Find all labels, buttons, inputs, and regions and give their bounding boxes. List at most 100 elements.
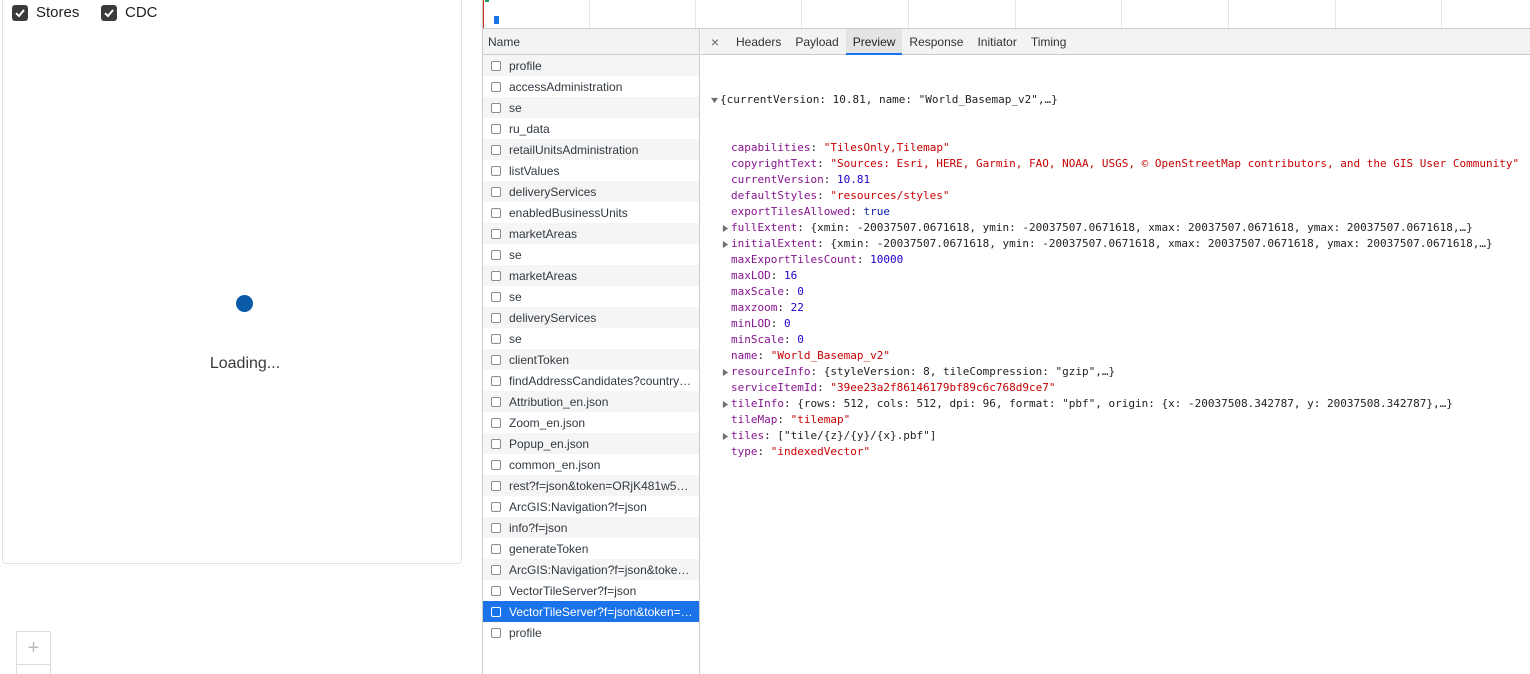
close-icon[interactable]: × — [701, 29, 729, 54]
request-checkbox[interactable] — [491, 354, 501, 365]
request-checkbox[interactable] — [491, 186, 501, 197]
property-separator: : — [770, 317, 784, 330]
property-value: 0 — [784, 317, 791, 330]
detail-tabbar: × Headers Payload Preview Response Initiator… — [701, 29, 1530, 55]
request-row[interactable]: Zoom_en.json — [483, 412, 699, 433]
request-checkbox[interactable] — [491, 144, 501, 155]
preview-property[interactable]: initialExtent: {xmin: -20037507.0671618,… — [709, 236, 1530, 252]
request-checkbox[interactable] — [491, 312, 501, 323]
request-row[interactable]: info?f=json — [483, 517, 699, 538]
request-checkbox[interactable] — [491, 480, 501, 491]
request-checkbox[interactable] — [491, 375, 501, 386]
request-row[interactable]: enabledBusinessUnits — [483, 202, 699, 223]
collapsed-triangle-icon[interactable] — [720, 432, 731, 440]
request-name: profile — [509, 58, 542, 73]
request-row[interactable]: se — [483, 328, 699, 349]
cdc-layer-toggle[interactable]: CDC — [101, 4, 158, 21]
stores-layer-toggle[interactable]: Stores — [12, 4, 79, 21]
request-row[interactable]: ArcGIS:Navigation?f=json — [483, 496, 699, 517]
request-row[interactable]: se — [483, 244, 699, 265]
tab-response[interactable]: Response — [902, 29, 970, 54]
request-checkbox[interactable] — [491, 501, 501, 512]
request-row[interactable]: accessAdministration — [483, 76, 699, 97]
request-row[interactable]: marketAreas — [483, 265, 699, 286]
timeline-bar — [485, 0, 489, 2]
request-row[interactable]: VectorTileServer?f=json&token=… — [483, 601, 699, 622]
request-row[interactable]: deliveryServices — [483, 181, 699, 202]
detail-tabs: Headers Payload Preview Response Initiator Ti… — [729, 29, 1074, 55]
preview-property[interactable]: resourceInfo: {styleVersion: 8, tileComp… — [709, 364, 1530, 380]
request-row[interactable]: deliveryServices — [483, 307, 699, 328]
preview-property: capabilities: "TilesOnly,Tilemap" — [709, 140, 1530, 156]
request-row[interactable]: common_en.json — [483, 454, 699, 475]
tab-payload[interactable]: Payload — [788, 29, 845, 54]
collapsed-triangle-icon[interactable] — [720, 400, 731, 408]
request-checkbox[interactable] — [491, 606, 501, 617]
property-value: "indexedVector" — [770, 445, 871, 458]
tab-initiator[interactable]: Initiator — [970, 29, 1023, 54]
request-row[interactable]: listValues — [483, 160, 699, 181]
property-key: maxLOD — [731, 269, 771, 282]
request-checkbox[interactable] — [491, 81, 501, 92]
property-separator: : — [757, 349, 771, 362]
request-checkbox[interactable] — [491, 333, 501, 344]
request-checkbox[interactable] — [491, 207, 501, 218]
request-checkbox[interactable] — [491, 270, 501, 281]
request-checkbox[interactable] — [491, 102, 501, 113]
request-checkbox[interactable] — [491, 564, 501, 575]
property-separator: : — [817, 189, 831, 202]
property-key: serviceItemId — [731, 381, 818, 394]
request-checkbox[interactable] — [491, 291, 501, 302]
tab-timing[interactable]: Timing — [1024, 29, 1074, 54]
request-row[interactable]: profile — [483, 55, 699, 76]
network-overview-timeline[interactable] — [483, 0, 1530, 29]
request-row[interactable]: marketAreas — [483, 223, 699, 244]
property-separator: : — [777, 301, 791, 314]
preview-property[interactable]: tileInfo: {rows: 512, cols: 512, dpi: 96… — [709, 396, 1530, 412]
checkbox-checked-icon[interactable] — [101, 4, 117, 21]
collapsed-triangle-icon[interactable] — [720, 224, 731, 232]
request-checkbox[interactable] — [491, 627, 501, 638]
request-row[interactable]: Popup_en.json — [483, 433, 699, 454]
expanded-triangle-icon[interactable] — [709, 97, 720, 104]
request-checkbox[interactable] — [491, 438, 501, 449]
preview-property[interactable]: fullExtent: {xmin: -20037507.0671618, ym… — [709, 220, 1530, 236]
name-column-header[interactable]: Name — [483, 29, 699, 55]
collapsed-triangle-icon[interactable] — [720, 240, 731, 248]
request-checkbox[interactable] — [491, 543, 501, 554]
zoom-out-button[interactable] — [17, 665, 50, 674]
request-row[interactable]: se — [483, 97, 699, 118]
request-checkbox[interactable] — [491, 123, 501, 134]
request-checkbox[interactable] — [491, 459, 501, 470]
request-row[interactable]: retailUnitsAdministration — [483, 139, 699, 160]
timeline-bar — [494, 16, 499, 24]
request-row[interactable]: findAddressCandidates?country… — [483, 370, 699, 391]
request-checkbox[interactable] — [491, 585, 501, 596]
request-row[interactable]: se — [483, 286, 699, 307]
request-row[interactable]: ArcGIS:Navigation?f=json&toke… — [483, 559, 699, 580]
request-row[interactable]: Attribution_en.json — [483, 391, 699, 412]
request-row[interactable]: VectorTileServer?f=json — [483, 580, 699, 601]
preview-property[interactable]: tiles: ["tile/{z}/{y}/{x}.pbf"] — [709, 428, 1530, 444]
request-checkbox[interactable] — [491, 165, 501, 176]
collapsed-triangle-icon[interactable] — [720, 368, 731, 376]
request-checkbox[interactable] — [491, 228, 501, 239]
timeline-gridline — [1335, 0, 1336, 28]
preview-root-line[interactable]: {currentVersion: 10.81, name: "World_Bas… — [709, 92, 1530, 108]
request-checkbox[interactable] — [491, 60, 501, 71]
tab-headers[interactable]: Headers — [729, 29, 788, 54]
request-row[interactable]: rest?f=json&token=ORjK481w5… — [483, 475, 699, 496]
request-row[interactable]: clientToken — [483, 349, 699, 370]
property-key: type — [731, 445, 758, 458]
zoom-in-button[interactable]: + — [17, 632, 50, 664]
request-row[interactable]: profile — [483, 622, 699, 643]
checkbox-checked-icon[interactable] — [12, 4, 28, 21]
request-checkbox[interactable] — [491, 249, 501, 260]
request-row[interactable]: ru_data — [483, 118, 699, 139]
tab-preview[interactable]: Preview — [845, 29, 903, 55]
request-checkbox[interactable] — [491, 417, 501, 428]
request-checkbox[interactable] — [491, 522, 501, 533]
request-checkbox[interactable] — [491, 396, 501, 407]
property-separator: : — [817, 381, 831, 394]
request-row[interactable]: generateToken — [483, 538, 699, 559]
